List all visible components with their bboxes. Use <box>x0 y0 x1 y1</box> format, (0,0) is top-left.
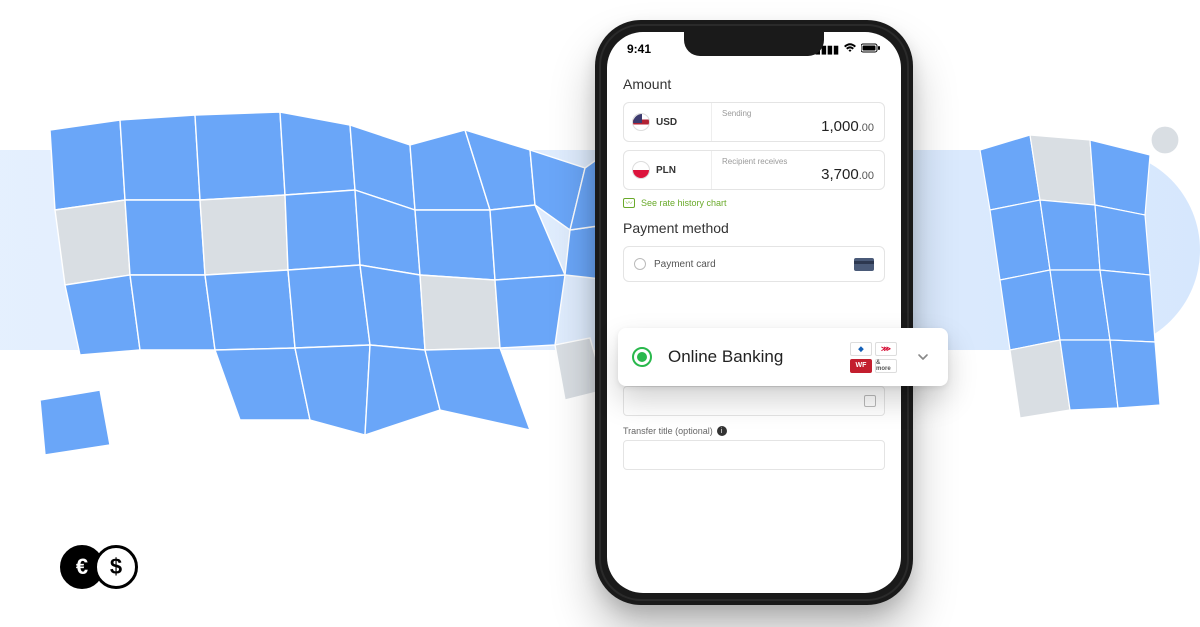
payment-method-title: Payment method <box>623 220 885 236</box>
recv-decimals: .00 <box>859 170 874 182</box>
phone-frame: 9:41 ▮▮▮▮ Amount USD Sen <box>595 20 913 605</box>
payment-card-label: Payment card <box>654 259 716 270</box>
chase-logo-icon: ◆ <box>850 342 872 356</box>
amount-send-row[interactable]: USD Sending 1,000.00 <box>623 102 885 142</box>
wellsfargo-logo-icon: WF <box>850 359 872 373</box>
us-flag-icon <box>632 113 650 131</box>
phone-screen: 9:41 ▮▮▮▮ Amount USD Sen <box>607 32 901 593</box>
currency-badge: € $ <box>60 545 138 589</box>
send-currency-code: USD <box>656 117 677 128</box>
purpose-input[interactable] <box>623 386 885 416</box>
more-banks-label: & more <box>875 359 897 373</box>
recv-label: Recipient receives <box>722 157 874 166</box>
dollar-coin-icon: $ <box>94 545 138 589</box>
payment-card-option[interactable]: Payment card <box>623 246 885 282</box>
pl-flag-icon <box>632 161 650 179</box>
list-icon <box>864 395 876 407</box>
online-banking-option[interactable]: Online Banking ◆ ⋙ WF & more <box>618 328 948 386</box>
bofa-logo-icon: ⋙ <box>875 342 897 356</box>
transfer-title-label: Transfer title (optional) <box>623 426 713 436</box>
amount-receive-row[interactable]: PLN Recipient receives 3,700.00 <box>623 150 885 190</box>
info-icon: i <box>717 426 727 436</box>
card-icon <box>854 258 874 271</box>
online-banking-label: Online Banking <box>668 347 850 367</box>
send-label: Sending <box>722 109 874 118</box>
phone-notch <box>684 32 824 56</box>
radio-checked-icon <box>632 347 652 367</box>
radio-unchecked-icon <box>634 258 646 270</box>
status-time: 9:41 <box>627 42 651 56</box>
send-decimals: .00 <box>859 122 874 134</box>
recv-value: 3,700 <box>821 166 859 183</box>
transfer-title-input[interactable] <box>623 440 885 470</box>
chart-icon: 〰 <box>623 198 635 208</box>
rate-history-link[interactable]: 〰 See rate history chart <box>623 198 885 208</box>
amount-section-title: Amount <box>623 76 885 92</box>
battery-icon <box>861 43 881 56</box>
send-value: 1,000 <box>821 118 859 135</box>
recv-currency-code: PLN <box>656 165 676 176</box>
wifi-icon <box>843 43 857 56</box>
rate-link-text: See rate history chart <box>641 198 727 208</box>
chevron-down-icon <box>912 346 934 368</box>
bank-logos: ◆ ⋙ WF & more <box>850 342 902 373</box>
